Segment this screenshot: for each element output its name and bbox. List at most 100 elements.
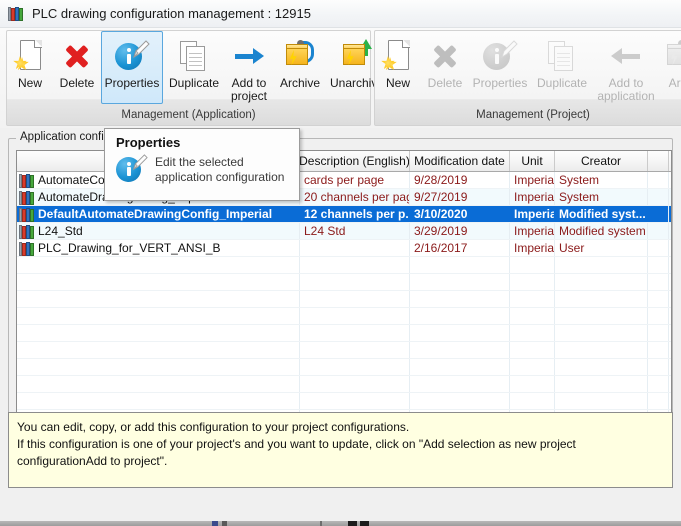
properties-project-button[interactable]: Properties: [469, 31, 531, 104]
table-row[interactable]: L24_Std L24 Std 3/29/2019 Imperial Modified …: [17, 223, 671, 240]
table-row-empty[interactable]: [17, 393, 671, 410]
info-pencil-icon: [483, 38, 518, 74]
duplicate-project-button[interactable]: Duplicate: [531, 31, 593, 104]
cell-empty: [648, 359, 669, 375]
cell-empty: [17, 376, 300, 392]
ribbon-toolbar: New Delete Properties Duplicate Add to p…: [0, 28, 681, 128]
grid-body[interactable]: AutomateCo cards per page 9/28/2019 Imperia…: [17, 172, 671, 419]
cell-text: L24_Std: [38, 224, 83, 238]
cell-extra: [648, 172, 669, 188]
pencil-icon: [501, 40, 518, 59]
cell-text: Imperial: [514, 190, 555, 204]
cell-empty: [17, 291, 300, 307]
tooltip-description: Edit the selected application configurat…: [155, 155, 284, 185]
grid-header-modified[interactable]: Modification date: [410, 151, 510, 171]
cell-name: L24_Std: [17, 223, 300, 239]
cell-text: DefaultAutomateDrawingConfig_Imperial: [38, 207, 273, 221]
cell-modified: 3/29/2019: [410, 223, 510, 239]
new-project-button[interactable]: New: [375, 31, 421, 104]
cell-text: L24 Std: [304, 224, 346, 238]
cell-name: PLC_Drawing_for_VERT_ANSI_B: [17, 240, 300, 256]
archive-folder-icon: [284, 38, 316, 74]
table-row[interactable]: DefaultAutomateDrawingConfig_Imperial 12 …: [17, 206, 671, 223]
table-row-empty[interactable]: [17, 376, 671, 393]
cell-text: Imperial: [514, 241, 555, 255]
archive-project-button[interactable]: Arch: [659, 31, 681, 104]
table-row-empty[interactable]: [17, 257, 671, 274]
cell-text: PLC_Drawing_for_VERT_ANSI_B: [38, 241, 221, 255]
books-icon: [19, 173, 35, 188]
cell-empty: [555, 376, 648, 392]
cell-empty: [300, 308, 410, 324]
cell-empty: [17, 359, 300, 375]
cell-modified: 9/27/2019: [410, 189, 510, 205]
cell-text: cards per page: [304, 173, 385, 187]
cell-creator: System: [555, 172, 648, 188]
cell-empty: [510, 274, 555, 290]
delete-project-button[interactable]: Delete: [421, 31, 469, 104]
books-icon: [8, 6, 24, 21]
cell-description: 20 channels per page: [300, 189, 410, 205]
taskbar-strip: [0, 521, 681, 526]
cell-text: Imperial: [514, 224, 555, 238]
cell-text: 3/29/2019: [414, 224, 468, 238]
cell-empty: [555, 393, 648, 409]
cell-text: AutomateCo: [38, 173, 105, 187]
cell-empty: [555, 359, 648, 375]
pencil-icon: [133, 40, 150, 59]
properties-application-button[interactable]: Properties: [101, 31, 163, 104]
cell-text: Imperial: [514, 207, 554, 221]
cell-empty: [555, 257, 648, 273]
cell-text: 12 channels per p...: [304, 207, 410, 221]
add-to-project-button[interactable]: Add to project: [225, 31, 273, 104]
cell-empty: [648, 325, 669, 341]
books-icon: [19, 241, 35, 256]
cell-empty: [300, 257, 410, 273]
archive-application-button[interactable]: Archive: [273, 31, 327, 104]
table-row-empty[interactable]: [17, 342, 671, 359]
cell-empty: [410, 342, 510, 358]
cell-text: Modified system: [559, 224, 646, 238]
cell-empty: [510, 342, 555, 358]
cell-unit: Imperial: [510, 240, 555, 256]
books-icon: [19, 224, 35, 239]
cell-text: 9/28/2019: [414, 173, 468, 187]
table-row-empty[interactable]: [17, 308, 671, 325]
cell-empty: [555, 291, 648, 307]
grid-header-description[interactable]: Description (English): [300, 151, 410, 171]
table-row-empty[interactable]: [17, 325, 671, 342]
table-row-empty[interactable]: [17, 291, 671, 308]
delete-application-button[interactable]: Delete: [53, 31, 101, 104]
tooltip-title: Properties: [116, 135, 181, 150]
cell-empty: [648, 308, 669, 324]
cell-empty: [17, 342, 300, 358]
grid-header-creator[interactable]: Creator: [555, 151, 648, 171]
grid-header-unit[interactable]: Unit: [510, 151, 555, 171]
books-icon: [19, 207, 35, 222]
cell-empty: [510, 359, 555, 375]
cell-empty: [410, 257, 510, 273]
table-row-empty[interactable]: [17, 359, 671, 376]
new-application-button[interactable]: New: [7, 31, 53, 104]
tooltip-line-2: application configuration: [155, 170, 285, 184]
cell-text: 9/27/2019: [414, 190, 468, 204]
new-document-icon: [17, 38, 43, 74]
new-document-icon: [385, 38, 411, 74]
ribbon-group-title: Management (Project): [476, 109, 590, 121]
books-icon: [19, 190, 35, 205]
info-pencil-icon: [115, 38, 150, 74]
cell-empty: [410, 291, 510, 307]
cell-extra: [648, 189, 669, 205]
cell-empty: [410, 308, 510, 324]
cell-empty: [555, 308, 648, 324]
info-line-2: If this configuration is one of your pro…: [17, 437, 576, 468]
add-to-application-button[interactable]: Add to application: [593, 31, 659, 104]
grid-header-extra[interactable]: [648, 151, 669, 171]
cell-empty: [510, 291, 555, 307]
table-row-empty[interactable]: [17, 274, 671, 291]
duplicate-application-button[interactable]: Duplicate: [163, 31, 225, 104]
cell-empty: [300, 291, 410, 307]
table-row[interactable]: PLC_Drawing_for_VERT_ANSI_B 2/16/2017 Impe…: [17, 240, 671, 257]
red-cross-icon: [62, 38, 92, 74]
cell-empty: [648, 393, 669, 409]
